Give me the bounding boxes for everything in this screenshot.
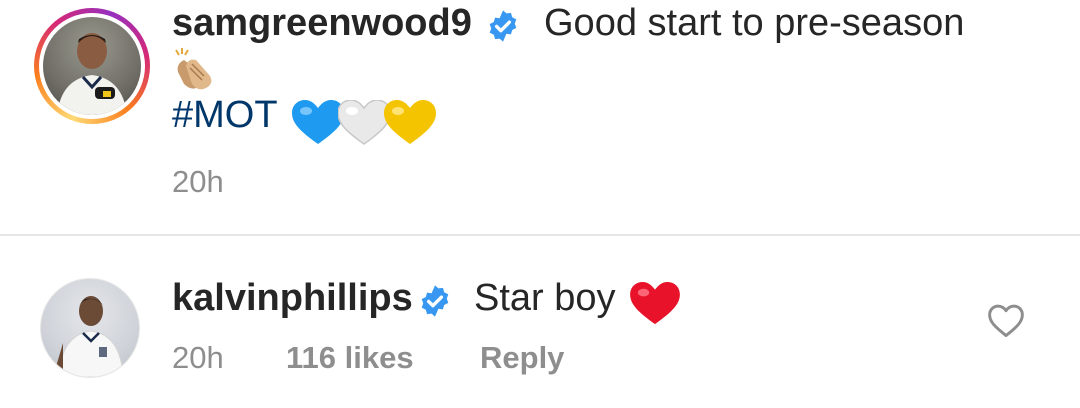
white-heart-emoji <box>338 100 390 145</box>
verified-badge-icon <box>421 285 449 317</box>
avatar <box>43 17 141 115</box>
comment-text: Star boy <box>474 277 616 319</box>
blue-heart-emoji <box>292 100 344 144</box>
caption-timestamp: 20h <box>172 164 224 199</box>
reply-button[interactable]: Reply <box>480 340 564 376</box>
clapping-hands-emoji <box>175 48 212 90</box>
commenter-avatar[interactable] <box>40 278 140 378</box>
comment-username[interactable]: kalvinphillips <box>172 277 413 320</box>
comment-timestamp: 20h <box>172 340 224 375</box>
caption-username[interactable]: samgreenwood9 <box>172 2 472 45</box>
story-ring-avatar[interactable] <box>34 8 150 124</box>
yellow-heart-emoji <box>384 100 436 144</box>
verified-badge-icon <box>489 10 517 42</box>
comment-like-count[interactable]: 116 likes <box>286 340 414 376</box>
divider <box>0 234 1080 236</box>
heart-outline-icon[interactable] <box>986 302 1026 338</box>
red-heart-emoji <box>630 282 680 325</box>
hashtag-link[interactable]: #MOT <box>172 94 278 137</box>
caption-text: Good start to pre-season <box>544 2 965 44</box>
